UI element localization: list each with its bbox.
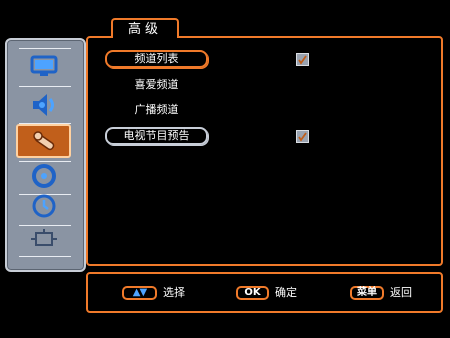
- ok-key-icon: OK: [236, 286, 269, 300]
- sidebar-item-sound[interactable]: [17, 90, 70, 120]
- check-icon: [298, 55, 307, 65]
- sidebar-item-disc[interactable]: [17, 161, 70, 191]
- sidebar-divider: [19, 256, 71, 257]
- back-hint-label: 返回: [390, 286, 412, 299]
- speaker-icon: [32, 94, 54, 116]
- clock-icon: [32, 194, 55, 218]
- sidebar-item-picture[interactable]: [17, 52, 70, 82]
- menu-panel: [86, 36, 443, 266]
- menu-key-icon: 菜单: [350, 286, 384, 300]
- menu-item-radio-channels[interactable]: 广播频道: [105, 101, 208, 119]
- channel-list-checkbox[interactable]: [296, 53, 309, 66]
- sidebar-item-timer[interactable]: [17, 191, 70, 221]
- menu-item-channel-list[interactable]: 频道列表: [105, 50, 208, 68]
- sidebar-divider: [19, 48, 71, 49]
- sidebar: [5, 38, 86, 272]
- check-icon: [298, 132, 307, 142]
- input-source-icon: [30, 229, 57, 246]
- disc-icon: [31, 164, 56, 188]
- epg-checkbox[interactable]: [296, 130, 309, 143]
- sidebar-item-advanced[interactable]: [16, 124, 71, 158]
- page-title: 高级: [111, 18, 179, 38]
- up-down-key-icon: ▲▼: [122, 286, 157, 300]
- menu-item-epg[interactable]: 电视节目预告: [105, 127, 208, 145]
- select-hint-label: 选择: [163, 286, 185, 299]
- sidebar-item-input[interactable]: [17, 224, 70, 254]
- sidebar-divider: [19, 86, 71, 87]
- confirm-hint-label: 确定: [275, 286, 297, 299]
- tv-icon: [30, 55, 57, 76]
- menu-item-favorite-channels[interactable]: 喜爱频道: [105, 76, 208, 94]
- tools-icon: [32, 131, 54, 151]
